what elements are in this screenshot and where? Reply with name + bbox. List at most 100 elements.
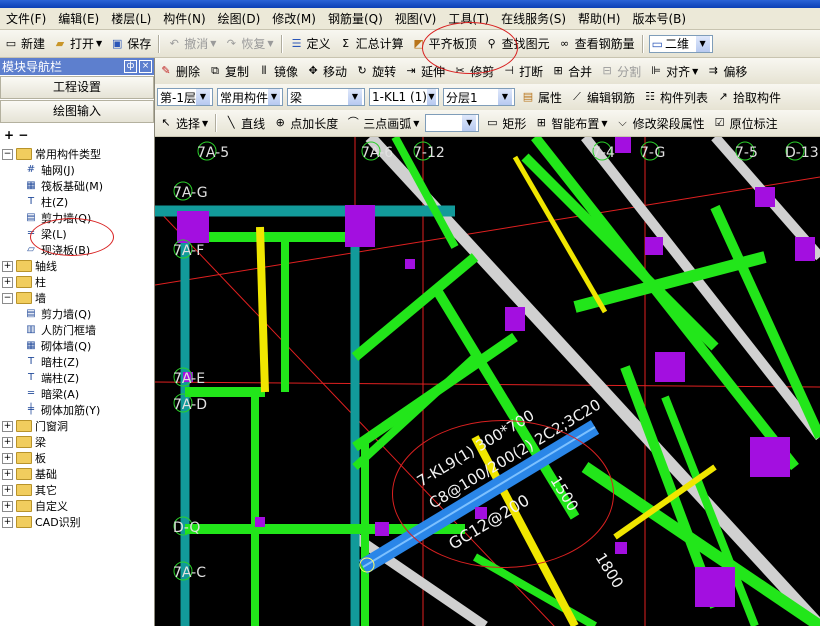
copy-button[interactable]: ⧉ 复制 — [204, 60, 253, 82]
type-select[interactable]: 梁 ▼ — [287, 88, 365, 106]
tree-folder[interactable]: + 基础 — [2, 466, 57, 482]
menu-help[interactable]: 帮助(H) — [572, 8, 626, 29]
tree-folder[interactable]: + 轴线 — [2, 258, 57, 274]
break-button[interactable]: ⊣ 打断 — [498, 60, 547, 82]
expand-icon[interactable]: + — [2, 516, 13, 528]
layer-select[interactable]: 分层1 ▼ — [443, 88, 515, 106]
find-element-button[interactable]: ⚲ 查找图元 — [481, 33, 554, 55]
project-settings-button[interactable]: 工程设置 — [0, 76, 154, 99]
edit-rebar-button[interactable]: ⟋ 编辑钢筋 — [566, 86, 639, 108]
view-mode-select[interactable]: ▭ 二维 ▼ — [648, 34, 713, 53]
new-button[interactable]: ▭ 新建 — [0, 33, 49, 55]
trim-button[interactable]: ✂ 修剪 — [449, 60, 498, 82]
tree-item[interactable]: ╪ 砌体加筋(Y) — [24, 402, 100, 418]
select-button[interactable]: ↖ 选择 ▼ — [155, 112, 212, 134]
tree-item[interactable]: ═ 梁(L) — [24, 226, 67, 242]
collapse-icon[interactable]: − — [2, 148, 13, 160]
category-select[interactable]: 常用构件 ▼ — [217, 88, 283, 106]
tree-folder[interactable]: + 门窗洞 — [2, 418, 68, 434]
in-place-mark-button[interactable]: ☑ 原位标注 — [709, 112, 782, 134]
expand-icon[interactable]: + — [2, 420, 13, 432]
cad-drawing[interactable]: 7A-5 7A-6 7-12 7-4 7-G 7-5 D-13 7A-G 7A-F 7A-E 7A-… — [155, 137, 820, 626]
arc-option-select[interactable]: ▼ — [425, 114, 480, 132]
redo-button[interactable]: ↷ 恢复 ▼ — [220, 33, 277, 55]
menu-edit[interactable]: 编辑(E) — [52, 8, 105, 29]
menu-draw[interactable]: 绘图(D) — [212, 8, 267, 29]
tree-item[interactable]: ▱ 现浇板(B) — [24, 242, 90, 258]
tree-folder[interactable]: + 柱 — [2, 274, 46, 290]
column — [177, 211, 209, 243]
tree-folder[interactable]: + 梁 — [2, 434, 46, 450]
tree-item[interactable]: T 端柱(Z) — [24, 370, 79, 386]
merge-button[interactable]: ⊞ 合并 — [547, 60, 596, 82]
tree-folder[interactable]: + 板 — [2, 450, 46, 466]
tree-folder[interactable]: − 墙 — [2, 290, 46, 306]
draw-input-button[interactable]: 绘图输入 — [0, 100, 154, 123]
flush-slab-top-button[interactable]: ◩ 平齐板顶 — [408, 33, 481, 55]
pick-component-button[interactable]: ↗ 拾取构件 — [712, 86, 785, 108]
tree-item[interactable]: T 暗柱(Z) — [24, 354, 79, 370]
tree-folder[interactable]: − 常用构件类型 — [2, 146, 101, 162]
properties-button[interactable]: ▤ 属性 — [517, 86, 566, 108]
menu-modify[interactable]: 修改(M) — [266, 8, 322, 29]
tree-item[interactable]: ▦ 筏板基础(M) — [24, 178, 103, 194]
menu-version[interactable]: 版本号(B) — [626, 8, 692, 29]
view-rebar-button[interactable]: ∞ 查看钢筋量 — [554, 33, 639, 55]
expand-collapse-icon[interactable]: + − — [4, 128, 28, 142]
tree-folder[interactable]: + 其它 — [2, 482, 57, 498]
menu-tools[interactable]: 工具(T) — [442, 8, 495, 29]
rotate-button[interactable]: ↻ 旋转 — [351, 60, 400, 82]
expand-icon[interactable]: + — [2, 276, 13, 288]
expand-icon[interactable]: + — [2, 260, 13, 272]
tree-folder[interactable]: + CAD识别 — [2, 514, 81, 530]
smart-layout-button[interactable]: ⊞ 智能布置 ▼ — [530, 112, 611, 134]
expand-icon[interactable]: + — [2, 452, 13, 464]
offset-button[interactable]: ⇉ 偏移 — [702, 60, 751, 82]
tree-item[interactable]: ▦ 砌体墙(Q) — [24, 338, 91, 354]
move-button[interactable]: ✥ 移动 — [302, 60, 351, 82]
tree-item[interactable]: ▤ 剪力墙(Q) — [24, 306, 91, 322]
menu-component[interactable]: 构件(N) — [157, 8, 211, 29]
component-list-button[interactable]: ☷ 构件列表 — [639, 86, 712, 108]
tree-item[interactable]: ▤ 剪力墙(Q) — [24, 210, 91, 226]
tree-folder[interactable]: + 自定义 — [2, 498, 68, 514]
menu-floor[interactable]: 楼层(L) — [105, 8, 157, 29]
open-button[interactable]: ▰ 打开 ▼ — [49, 33, 106, 55]
line-button[interactable]: ╲ 直线 — [220, 112, 269, 134]
summary-calc-button[interactable]: Σ 汇总计算 — [335, 33, 408, 55]
chevron-down-icon: ▼ — [196, 89, 210, 105]
extend-button[interactable]: ⇥ 延伸 — [400, 60, 449, 82]
pin-icon[interactable]: ф — [124, 60, 137, 73]
save-button[interactable]: ▣ 保存 — [106, 33, 155, 55]
component-icon: ▤ — [26, 212, 36, 223]
delete-button[interactable]: ✎ 删除 — [155, 60, 204, 82]
tree-item[interactable]: ═ 暗梁(A) — [24, 386, 79, 402]
tree-item[interactable]: ▥ 人防门框墙 — [24, 322, 96, 338]
menu-file[interactable]: 文件(F) — [0, 8, 52, 29]
align-button[interactable]: ⊫ 对齐 ▼ — [645, 60, 702, 82]
three-point-arc-button[interactable]: ⌒ 三点画弧 ▼ — [342, 112, 423, 134]
expand-icon[interactable]: + — [2, 500, 13, 512]
split-button[interactable]: ⊟ 分割 — [596, 60, 645, 82]
rectangle-button[interactable]: ▭ 矩形 — [481, 112, 530, 134]
column — [405, 259, 415, 269]
tree-label: 柱 — [35, 276, 46, 289]
expand-icon[interactable]: + — [2, 436, 13, 448]
menu-rebar[interactable]: 钢筋量(Q) — [322, 8, 389, 29]
modify-beam-segment-button[interactable]: ⌵ 修改梁段属性 — [612, 112, 709, 134]
floor-select[interactable]: 第-1层 ▼ — [157, 88, 213, 106]
close-icon[interactable]: × — [139, 60, 152, 73]
expand-icon[interactable]: + — [2, 484, 13, 496]
point-length-button[interactable]: ⊕ 点加长度 — [269, 112, 342, 134]
menu-view[interactable]: 视图(V) — [389, 8, 443, 29]
define-button[interactable]: ☰ 定义 — [286, 33, 335, 55]
tree-item[interactable]: T 柱(Z) — [24, 194, 68, 210]
mirror-button[interactable]: ⫴ 镜像 — [253, 60, 302, 82]
expand-icon[interactable]: + — [2, 468, 13, 480]
drawing-canvas[interactable]: 7A-5 7A-6 7-12 7-4 7-G 7-5 D-13 7A-G 7A-F 7A-E 7A-… — [155, 137, 820, 626]
menu-online[interactable]: 在线服务(S) — [495, 8, 572, 29]
tree-item[interactable]: # 轴网(J) — [24, 162, 75, 178]
collapse-icon[interactable]: − — [2, 292, 13, 304]
component-select[interactable]: 1-KL1 (1) ▼ — [369, 88, 439, 106]
undo-button[interactable]: ↶ 撤消 ▼ — [163, 33, 220, 55]
